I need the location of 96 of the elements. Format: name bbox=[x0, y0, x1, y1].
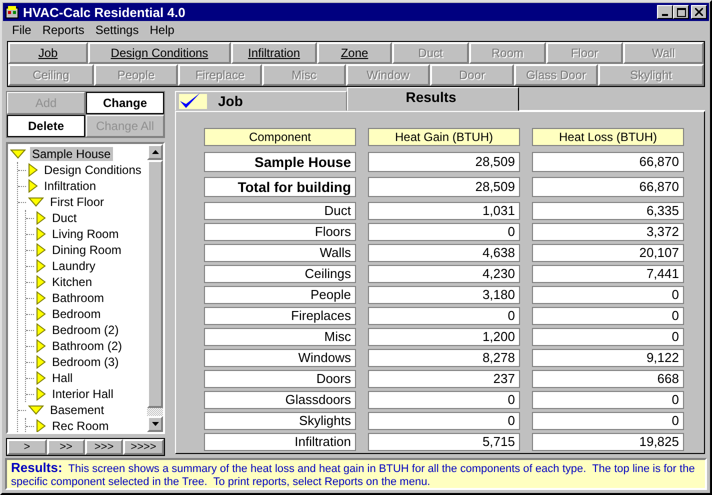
table-cell: Doors bbox=[204, 370, 356, 388]
edit-button[interactable]: Delete bbox=[7, 115, 85, 137]
table-cell: Infiltration bbox=[204, 433, 356, 451]
tree-item[interactable]: Bedroom bbox=[50, 307, 103, 321]
table-cell: 4,638 bbox=[368, 244, 520, 262]
tree-item[interactable]: Dining Room bbox=[50, 243, 124, 257]
table-cell: 0 bbox=[368, 391, 520, 409]
table-cell: 20,107 bbox=[532, 244, 684, 262]
menu-item[interactable]: File bbox=[7, 23, 38, 37]
column-header: Component bbox=[204, 128, 356, 146]
close-icon bbox=[695, 8, 703, 16]
app-icon bbox=[5, 5, 19, 19]
help-text: Results: This screen shows a summary of the heat loss and heat gain in BTUH for all the components of each type. The top line is for the specific component selected in the Tree. To print reports, select Reports on the menu. bbox=[11, 461, 696, 489]
scrollbar-track[interactable] bbox=[147, 408, 163, 416]
table-cell: 6,335 bbox=[532, 202, 684, 220]
expanded-node-icon[interactable] bbox=[28, 197, 44, 207]
menu-item[interactable]: Help bbox=[144, 23, 180, 37]
table-cell: Misc bbox=[204, 328, 356, 346]
table-cell: 9,122 bbox=[532, 349, 684, 367]
table-cell: People bbox=[204, 286, 356, 304]
edit-button[interactable]: Change bbox=[86, 92, 164, 114]
table-cell: 5,715 bbox=[368, 433, 520, 451]
tree-item[interactable]: Basement bbox=[48, 403, 106, 417]
table-cell: 28,509 bbox=[368, 177, 520, 197]
table-cell: 8,278 bbox=[368, 349, 520, 367]
expanded-node-icon[interactable] bbox=[10, 149, 26, 159]
tree-item[interactable]: Hall bbox=[50, 371, 75, 385]
up-arrow-icon bbox=[152, 150, 158, 154]
table-cell: 0 bbox=[532, 328, 684, 346]
table-cell: 7,441 bbox=[532, 265, 684, 283]
toolbar-button[interactable]: Zone bbox=[317, 42, 392, 64]
table-cell: 0 bbox=[532, 412, 684, 430]
menu-item[interactable]: Settings bbox=[90, 23, 145, 37]
tab[interactable]: Job bbox=[175, 91, 347, 111]
table-cell: 237 bbox=[368, 370, 520, 388]
table-cell: 0 bbox=[368, 223, 520, 241]
toolbar-button[interactable]: Infiltration bbox=[231, 42, 317, 64]
tree-item[interactable]: First Floor bbox=[48, 195, 106, 209]
tree-item[interactable]: Interior Hall bbox=[50, 387, 116, 401]
tree-item[interactable]: Infiltration bbox=[42, 179, 98, 193]
table-cell: 668 bbox=[532, 370, 684, 388]
tree-item[interactable]: Rec Room bbox=[50, 419, 111, 432]
table-cell: Sample House bbox=[204, 152, 356, 172]
scroll-up-button[interactable] bbox=[147, 144, 163, 160]
tree-item[interactable]: Living Room bbox=[50, 227, 121, 241]
menu-item[interactable]: Reports bbox=[37, 23, 90, 37]
window-title: HVAC-Calc Residential 4.0 bbox=[23, 4, 186, 20]
table-cell: Total for building bbox=[204, 177, 356, 197]
table-cell: Skylights bbox=[204, 412, 356, 430]
table-cell: 0 bbox=[532, 391, 684, 409]
column-header: Heat Gain (BTUH) bbox=[368, 128, 520, 146]
scroll-down-button[interactable] bbox=[147, 416, 163, 432]
table-cell: 3,372 bbox=[532, 223, 684, 241]
table-cell: Fireplaces bbox=[204, 307, 356, 325]
table-cell: Glassdoors bbox=[204, 391, 356, 409]
maximize-icon bbox=[676, 8, 686, 16]
table-cell: 1,200 bbox=[368, 328, 520, 346]
table-cell: 66,870 bbox=[532, 177, 684, 197]
navigation-button[interactable]: >>>> bbox=[123, 439, 164, 455]
tab[interactable]: Results bbox=[347, 87, 519, 111]
tree-item[interactable]: Sample House bbox=[30, 147, 113, 161]
table-cell: Walls bbox=[204, 244, 356, 262]
table-cell: Ceilings bbox=[204, 265, 356, 283]
tree-item[interactable]: Bathroom bbox=[50, 291, 106, 305]
tree-item[interactable]: Duct bbox=[50, 211, 79, 225]
table-cell: Windows bbox=[204, 349, 356, 367]
tree-item[interactable]: Bedroom (3) bbox=[50, 355, 121, 369]
navigation-button[interactable]: >>> bbox=[85, 439, 123, 455]
tree-item[interactable]: Bathroom (2) bbox=[50, 339, 124, 353]
table-cell: 0 bbox=[368, 307, 520, 325]
table-cell: 19,825 bbox=[532, 433, 684, 451]
down-arrow-icon bbox=[152, 422, 158, 426]
toolbar-button[interactable]: Job bbox=[8, 42, 88, 64]
table-cell: 28,509 bbox=[368, 152, 520, 172]
toolbar-button[interactable]: Design Conditions bbox=[88, 42, 231, 64]
table-cell: Floors bbox=[204, 223, 356, 241]
table-cell: 66,870 bbox=[532, 152, 684, 172]
expanded-node-icon[interactable] bbox=[28, 405, 44, 415]
table-cell: Duct bbox=[204, 202, 356, 220]
table-cell: 4,230 bbox=[368, 265, 520, 283]
maximize-button[interactable] bbox=[673, 5, 689, 19]
close-button[interactable] bbox=[691, 5, 707, 19]
scrollbar-thumb[interactable] bbox=[147, 160, 163, 408]
table-cell: 3,180 bbox=[368, 286, 520, 304]
table-cell: 0 bbox=[532, 286, 684, 304]
tree-item[interactable]: Laundry bbox=[50, 259, 98, 273]
navigation-button[interactable]: >> bbox=[47, 439, 85, 455]
table-cell: 0 bbox=[532, 307, 684, 325]
table-cell: 0 bbox=[368, 412, 520, 430]
tree-item[interactable]: Design Conditions bbox=[42, 163, 144, 177]
navigation-button[interactable]: > bbox=[7, 439, 47, 455]
tree-item[interactable]: Bedroom (2) bbox=[50, 323, 121, 337]
minimize-button[interactable] bbox=[657, 5, 673, 19]
column-header: Heat Loss (BTUH) bbox=[532, 128, 684, 146]
table-cell: 1,031 bbox=[368, 202, 520, 220]
tree-item[interactable]: Kitchen bbox=[50, 275, 94, 289]
